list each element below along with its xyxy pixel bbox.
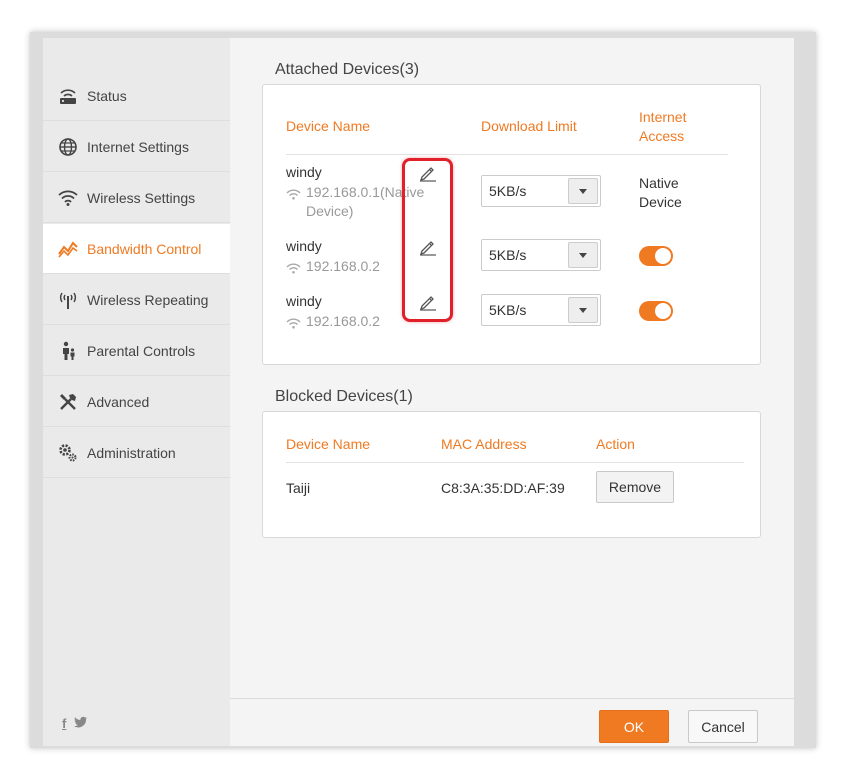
column-header-internet-access: Internet Access (639, 109, 687, 144)
wifi-icon (57, 187, 79, 209)
internet-access-toggle[interactable] (639, 246, 673, 266)
router-icon (57, 85, 79, 107)
sidebar-item-internet-settings[interactable]: Internet Settings (43, 122, 230, 172)
device-ip-text: 192.168.0.1(Native Device) (306, 184, 425, 219)
family-icon (57, 340, 79, 362)
facebook-icon[interactable]: f (62, 716, 66, 731)
blocked-devices-panel (262, 411, 761, 538)
download-limit-value: 5KB/s (489, 302, 527, 318)
sidebar-item-label: Status (87, 87, 127, 104)
remove-button[interactable]: Remove (596, 471, 674, 503)
device-name: windy (286, 238, 322, 254)
download-limit-select[interactable]: 5KB/s (481, 175, 601, 207)
device-ip: 192.168.0.1(Native Device) (286, 183, 426, 221)
sidebar-item-label: Bandwidth Control (87, 240, 202, 257)
sidebar-item-parental-controls[interactable]: Parental Controls (43, 326, 230, 376)
internet-access-native-label: Native Device (639, 175, 682, 210)
column-header-device-name: Device Name (286, 118, 371, 134)
gears-icon (57, 442, 79, 464)
chevron-down-icon[interactable] (568, 242, 598, 268)
blocked-device-name: Taiji (286, 480, 311, 496)
device-ip: 192.168.0.2 (286, 257, 380, 279)
wifi-icon (286, 315, 301, 334)
bandwidth-chart-icon (57, 238, 79, 260)
sidebar-item-label: Wireless Repeating (87, 291, 209, 308)
chevron-down-icon[interactable] (568, 178, 598, 204)
blocked-devices-title: Blocked Devices(1) (275, 388, 413, 405)
ok-button[interactable]: OK (599, 710, 669, 743)
device-ip-text: 192.168.0.2 (306, 258, 380, 274)
chevron-down-icon[interactable] (568, 297, 598, 323)
internet-access-toggle[interactable] (639, 301, 673, 321)
device-ip: 192.168.0.2 (286, 312, 380, 334)
twitter-icon[interactable] (74, 716, 88, 731)
blocked-device-mac: C8:3A:35:DD:AF:39 (441, 480, 565, 496)
sidebar-item-label: Wireless Settings (87, 189, 196, 206)
sidebar-item-label: Internet Settings (87, 138, 189, 155)
edit-name-pencil-icon[interactable] (419, 164, 437, 182)
column-header-mac-address: MAC Address (441, 436, 527, 452)
sidebar-item-label: Parental Controls (87, 342, 196, 359)
table-header-divider (286, 462, 744, 463)
download-limit-select[interactable]: 5KB/s (481, 239, 601, 271)
device-name: windy (286, 293, 322, 309)
wifi-icon (286, 186, 301, 205)
edit-name-pencil-icon[interactable] (419, 293, 437, 311)
sidebar-item-administration[interactable]: Administration (43, 428, 230, 478)
attached-devices-title: Attached Devices(3) (275, 61, 420, 78)
column-header-device-name: Device Name (286, 436, 371, 452)
download-limit-value: 5KB/s (489, 183, 527, 199)
device-ip-text: 192.168.0.2 (306, 313, 380, 329)
sidebar: Status Internet Settings Wireless Settin… (43, 38, 230, 746)
column-header-action: Action (596, 436, 635, 452)
sidebar-item-label: Advanced (87, 393, 150, 410)
cancel-button[interactable]: Cancel (688, 710, 758, 743)
edit-name-pencil-icon[interactable] (419, 238, 437, 256)
download-limit-value: 5KB/s (489, 247, 527, 263)
column-header-download-limit: Download Limit (481, 118, 577, 134)
device-name: windy (286, 164, 322, 180)
sidebar-item-bandwidth-control[interactable]: Bandwidth Control (43, 224, 230, 274)
download-limit-select[interactable]: 5KB/s (481, 294, 601, 326)
wifi-icon (286, 260, 301, 279)
sidebar-item-status[interactable]: Status (43, 71, 230, 121)
sidebar-item-label: Administration (87, 444, 176, 461)
antenna-icon (57, 289, 79, 311)
tools-icon (57, 391, 79, 413)
sidebar-item-wireless-repeating[interactable]: Wireless Repeating (43, 275, 230, 325)
table-header-divider (286, 154, 728, 155)
social-links: f (62, 716, 88, 731)
sidebar-item-advanced[interactable]: Advanced (43, 377, 230, 427)
globe-icon (57, 136, 79, 158)
sidebar-item-wireless-settings[interactable]: Wireless Settings (43, 173, 230, 223)
